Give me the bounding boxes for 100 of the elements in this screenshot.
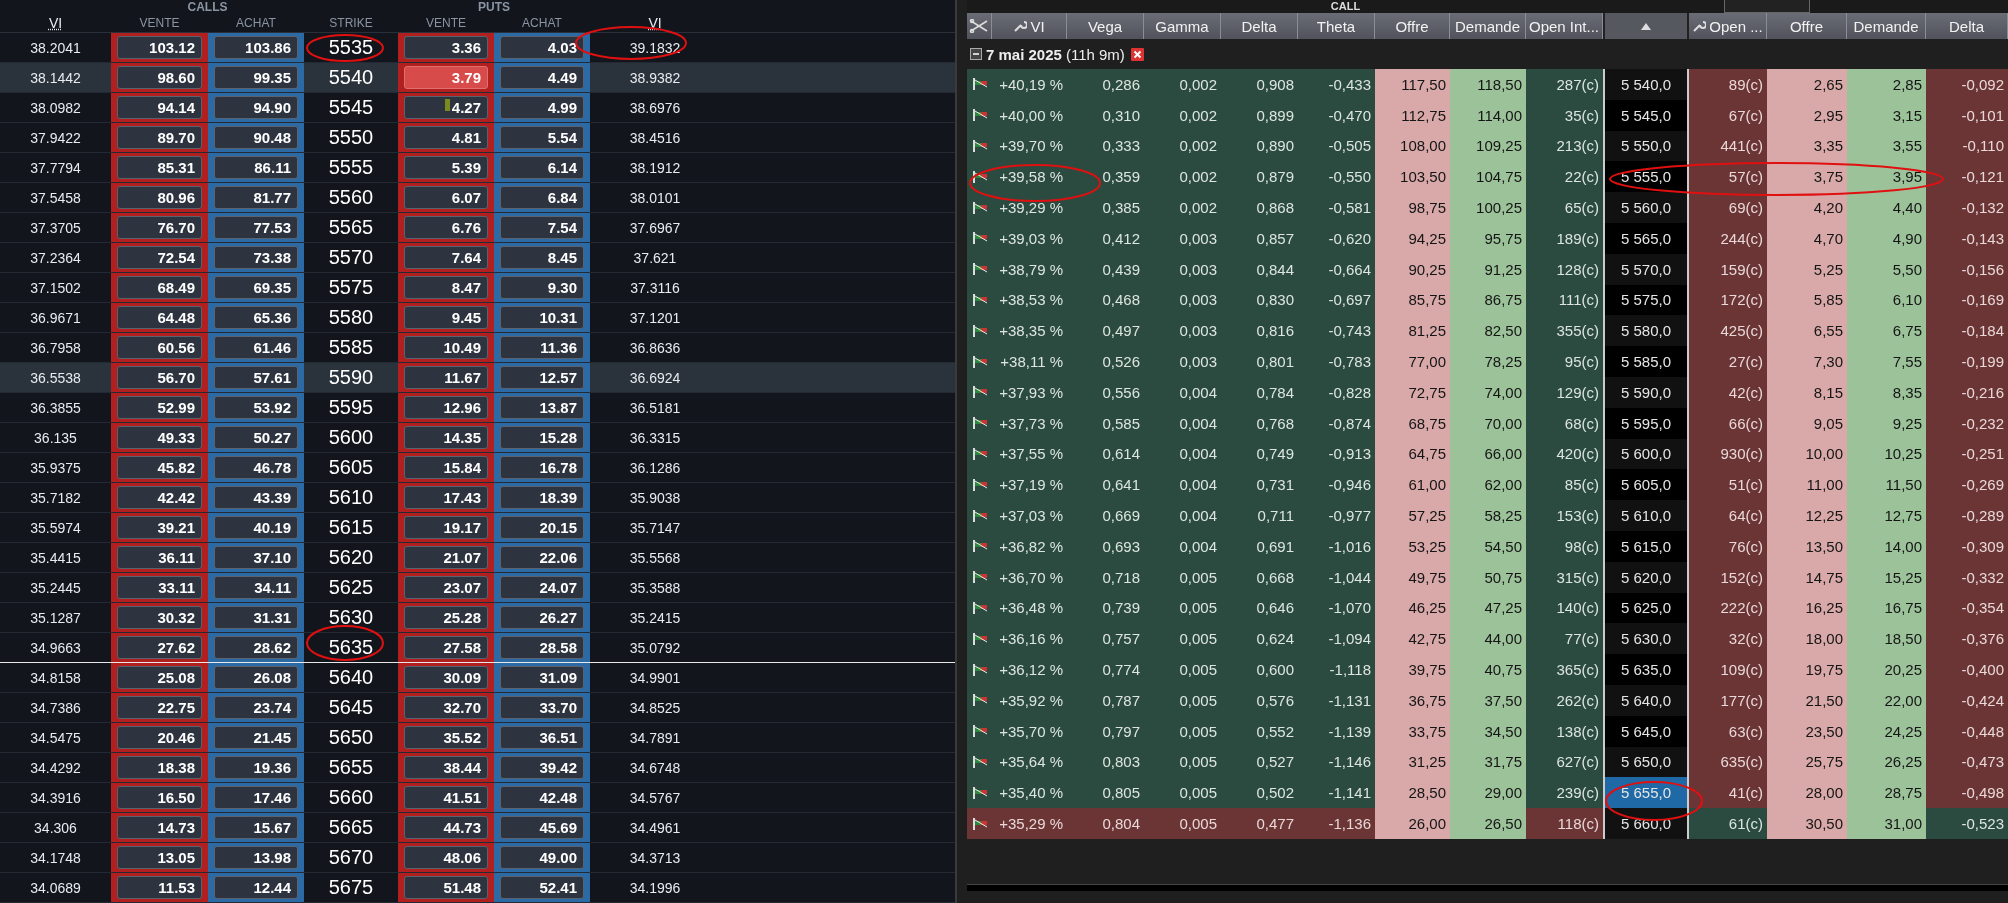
price-button[interactable]: 34.11 bbox=[214, 576, 298, 599]
price-button[interactable]: 56.70 bbox=[117, 366, 202, 389]
strike-cell[interactable]: 5 595,0 bbox=[1603, 407, 1689, 439]
column-header[interactable]: Open ... bbox=[1689, 13, 1767, 39]
price-button[interactable]: 7.54 bbox=[500, 216, 584, 239]
price-button[interactable]: 25.28 bbox=[404, 606, 488, 629]
price-button[interactable]: 3.36 bbox=[404, 36, 488, 59]
price-button[interactable]: 40.19 bbox=[214, 516, 298, 539]
price-button[interactable]: 50.27 bbox=[214, 426, 298, 449]
price-button[interactable]: 3.79 bbox=[404, 66, 488, 89]
price-button[interactable]: 36.51 bbox=[500, 726, 584, 749]
column-header[interactable]: Vega bbox=[1067, 13, 1144, 39]
price-button[interactable]: 65.36 bbox=[214, 306, 298, 329]
strike-cell[interactable]: 5 645,0 bbox=[1603, 715, 1689, 747]
price-button[interactable]: 5.54 bbox=[500, 126, 584, 149]
strike-cell[interactable]: 5 545,0 bbox=[1603, 99, 1689, 131]
strike-cell[interactable]: 5 620,0 bbox=[1603, 561, 1689, 593]
price-button[interactable]: 64.48 bbox=[117, 306, 202, 329]
column-header[interactable]: Offre bbox=[1767, 13, 1847, 39]
price-button[interactable]: 53.92 bbox=[214, 396, 298, 419]
price-button[interactable]: 68.49 bbox=[117, 276, 202, 299]
price-button[interactable]: 17.46 bbox=[214, 786, 298, 809]
price-button[interactable]: 7.64 bbox=[404, 246, 488, 269]
price-button[interactable]: 37.10 bbox=[214, 546, 298, 569]
price-button[interactable]: 5.39 bbox=[404, 156, 488, 179]
price-button[interactable]: 8.45 bbox=[500, 246, 584, 269]
column-header[interactable] bbox=[967, 13, 992, 39]
strike-cell[interactable]: 5 640,0 bbox=[1603, 684, 1689, 716]
price-button[interactable]: 31.09 bbox=[500, 666, 584, 689]
price-button[interactable]: 32.70 bbox=[404, 696, 488, 719]
column-header[interactable]: Offre bbox=[1375, 13, 1450, 39]
price-button[interactable]: 22.06 bbox=[500, 546, 584, 569]
price-button[interactable]: 12.44 bbox=[214, 876, 298, 899]
price-button[interactable]: 4.81 bbox=[404, 126, 488, 149]
strike-cell[interactable]: 5 565,0 bbox=[1603, 223, 1689, 254]
price-button[interactable]: 52.99 bbox=[117, 396, 202, 419]
price-button[interactable]: 13.87 bbox=[500, 396, 584, 419]
price-button[interactable]: 39.21 bbox=[117, 516, 202, 539]
strike-cell[interactable]: 5 655,0 bbox=[1603, 777, 1689, 809]
strike-cell[interactable]: 5 560,0 bbox=[1603, 192, 1689, 223]
price-button[interactable]: 39.42 bbox=[500, 756, 584, 779]
price-button[interactable]: 77.53 bbox=[214, 216, 298, 239]
price-button[interactable]: 6.84 bbox=[500, 186, 584, 209]
price-button[interactable]: 48.06 bbox=[404, 846, 488, 869]
price-button[interactable]: 4.49 bbox=[500, 66, 584, 89]
price-button[interactable]: 15.67 bbox=[214, 816, 298, 839]
price-button[interactable]: 21.07 bbox=[404, 546, 488, 569]
price-button[interactable]: 8.47 bbox=[404, 276, 488, 299]
strike-cell[interactable]: 5 625,0 bbox=[1603, 592, 1689, 624]
price-button[interactable]: 13.05 bbox=[117, 846, 202, 869]
price-button[interactable]: 28.62 bbox=[214, 636, 298, 659]
price-button[interactable]: 103.86 bbox=[214, 36, 298, 59]
column-header[interactable]: Delta bbox=[1926, 13, 2008, 39]
price-button[interactable]: 26.08 bbox=[214, 666, 298, 689]
price-button[interactable]: 81.77 bbox=[214, 186, 298, 209]
price-button[interactable]: 94.14 bbox=[117, 96, 202, 119]
price-button[interactable]: 86.11 bbox=[214, 156, 298, 179]
price-button[interactable]: 10.49 bbox=[404, 336, 488, 359]
price-button[interactable]: 44.73 bbox=[404, 816, 488, 839]
strike-cell[interactable]: 5 550,0 bbox=[1603, 130, 1689, 162]
price-button[interactable]: 18.39 bbox=[500, 486, 584, 509]
price-button[interactable]: 80.96 bbox=[117, 186, 202, 209]
price-button[interactable]: 45.82 bbox=[117, 456, 202, 479]
price-button[interactable]: 21.45 bbox=[214, 726, 298, 749]
price-button[interactable]: 33.70 bbox=[500, 696, 584, 719]
price-button[interactable]: 89.70 bbox=[117, 126, 202, 149]
strike-cell[interactable]: 5 575,0 bbox=[1603, 284, 1689, 316]
price-button[interactable]: 85.31 bbox=[117, 156, 202, 179]
price-button[interactable]: 27.62 bbox=[117, 636, 202, 659]
price-button[interactable]: 6.07 bbox=[404, 186, 488, 209]
collapse-icon[interactable] bbox=[970, 48, 982, 60]
price-button[interactable]: 72.54 bbox=[117, 246, 202, 269]
price-button[interactable]: 23.07 bbox=[404, 576, 488, 599]
price-button[interactable]: 60.56 bbox=[117, 336, 202, 359]
column-header[interactable]: Delta bbox=[1221, 13, 1298, 39]
price-button[interactable]: 12.96 bbox=[404, 396, 488, 419]
price-button[interactable]: 52.41 bbox=[500, 876, 584, 899]
price-button[interactable]: 98.60 bbox=[117, 66, 202, 89]
price-button[interactable]: 16.78 bbox=[500, 456, 584, 479]
price-button[interactable]: 14.73 bbox=[117, 816, 202, 839]
price-button[interactable]: 69.35 bbox=[214, 276, 298, 299]
price-button[interactable]: 11.53 bbox=[117, 876, 202, 899]
price-button[interactable]: 26.27 bbox=[500, 606, 584, 629]
strike-cell[interactable]: 5 590,0 bbox=[1603, 376, 1689, 408]
price-button[interactable]: 94.90 bbox=[214, 96, 298, 119]
price-button[interactable]: 103.12 bbox=[117, 36, 202, 59]
price-button[interactable]: 57.61 bbox=[214, 366, 298, 389]
price-button[interactable]: 4.27 bbox=[404, 96, 488, 119]
price-button[interactable]: 13.98 bbox=[214, 846, 298, 869]
column-header[interactable]: Demande bbox=[1450, 13, 1526, 39]
price-button[interactable]: 41.51 bbox=[404, 786, 488, 809]
price-button[interactable]: 38.44 bbox=[404, 756, 488, 779]
price-button[interactable]: 22.75 bbox=[117, 696, 202, 719]
strike-cell[interactable]: 5 600,0 bbox=[1603, 438, 1689, 470]
price-button[interactable]: 27.58 bbox=[404, 636, 488, 659]
price-button[interactable]: 10.31 bbox=[500, 306, 584, 329]
strike-cell[interactable]: 5 610,0 bbox=[1603, 500, 1689, 531]
price-button[interactable]: 6.76 bbox=[404, 216, 488, 239]
strike-cell[interactable]: 5 650,0 bbox=[1603, 746, 1689, 778]
price-button[interactable]: 19.17 bbox=[404, 516, 488, 539]
